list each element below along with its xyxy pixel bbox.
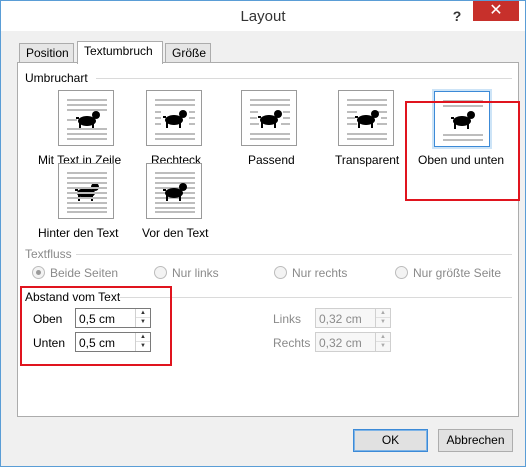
wrap-label-through: Transparent bbox=[335, 153, 400, 167]
radio-nur-links[interactable] bbox=[154, 266, 167, 279]
tab-groesse[interactable]: Größe bbox=[165, 43, 211, 63]
spin-rechts-up-icon[interactable]: ▲ bbox=[376, 333, 390, 342]
radio-label-nur-rechts: Nur rechts bbox=[292, 266, 348, 280]
highlight-distance bbox=[20, 286, 172, 366]
wrap-heading: Umbruchart bbox=[25, 71, 88, 85]
radio-label-nur-groesste-seite: Nur größte Seite bbox=[413, 266, 502, 280]
through-wrap-dog-icon[interactable] bbox=[338, 90, 394, 146]
cancel-button[interactable]: Abbrechen bbox=[438, 429, 513, 452]
in-front-dog-icon[interactable] bbox=[146, 163, 202, 219]
tab-position[interactable]: Position bbox=[19, 43, 74, 63]
label-links: Links bbox=[273, 312, 302, 326]
spin-links-down-icon[interactable]: ▼ bbox=[376, 318, 390, 327]
spin-rechts-value[interactable]: 0,32 cm bbox=[319, 336, 362, 350]
tab-textumbruch[interactable]: Textumbruch bbox=[77, 41, 163, 64]
wrap-divider bbox=[96, 78, 512, 79]
ok-button[interactable]: OK bbox=[353, 429, 428, 452]
textflow-divider bbox=[76, 254, 512, 255]
label-rechts: Rechts bbox=[273, 336, 311, 350]
tight-wrap-dog-icon[interactable] bbox=[241, 90, 297, 146]
distance-divider bbox=[120, 297, 512, 298]
spin-links-value[interactable]: 0,32 cm bbox=[319, 312, 362, 326]
highlight-top-bottom bbox=[405, 101, 520, 201]
radio-beide-seiten[interactable] bbox=[32, 266, 45, 279]
square-wrap-dog-icon[interactable] bbox=[146, 90, 202, 146]
title-bar: Layout ? ✕ bbox=[0, 0, 526, 31]
behind-text-dog-icon[interactable] bbox=[58, 163, 114, 219]
inline-dog-icon[interactable] bbox=[58, 90, 114, 146]
spin-rechts[interactable]: 0,32 cm ▲ ▼ bbox=[315, 332, 391, 352]
radio-nur-rechts[interactable] bbox=[274, 266, 287, 279]
tab-panel: Umbruchart Mit Text in Zeile Rechteck Pa… bbox=[17, 62, 520, 417]
close-button[interactable]: ✕ bbox=[473, 1, 519, 21]
spin-links[interactable]: 0,32 cm ▲ ▼ bbox=[315, 308, 391, 328]
help-button[interactable]: ? bbox=[447, 6, 467, 26]
wrap-label-tight: Passend bbox=[248, 153, 295, 167]
wrap-label-behind: Hinter den Text bbox=[38, 226, 119, 240]
wrap-label-in-front: Vor den Text bbox=[142, 226, 209, 240]
radio-label-beide-seiten: Beide Seiten bbox=[50, 266, 119, 280]
radio-label-nur-links: Nur links bbox=[172, 266, 219, 280]
spin-links-up-icon[interactable]: ▲ bbox=[376, 309, 390, 318]
textflow-heading: Textfluss bbox=[25, 247, 72, 261]
spin-rechts-down-icon[interactable]: ▼ bbox=[376, 342, 390, 351]
dialog-body: Position Textumbruch Größe Umbruchart Mi… bbox=[0, 31, 526, 467]
radio-nur-groesste-seite[interactable] bbox=[395, 266, 408, 279]
